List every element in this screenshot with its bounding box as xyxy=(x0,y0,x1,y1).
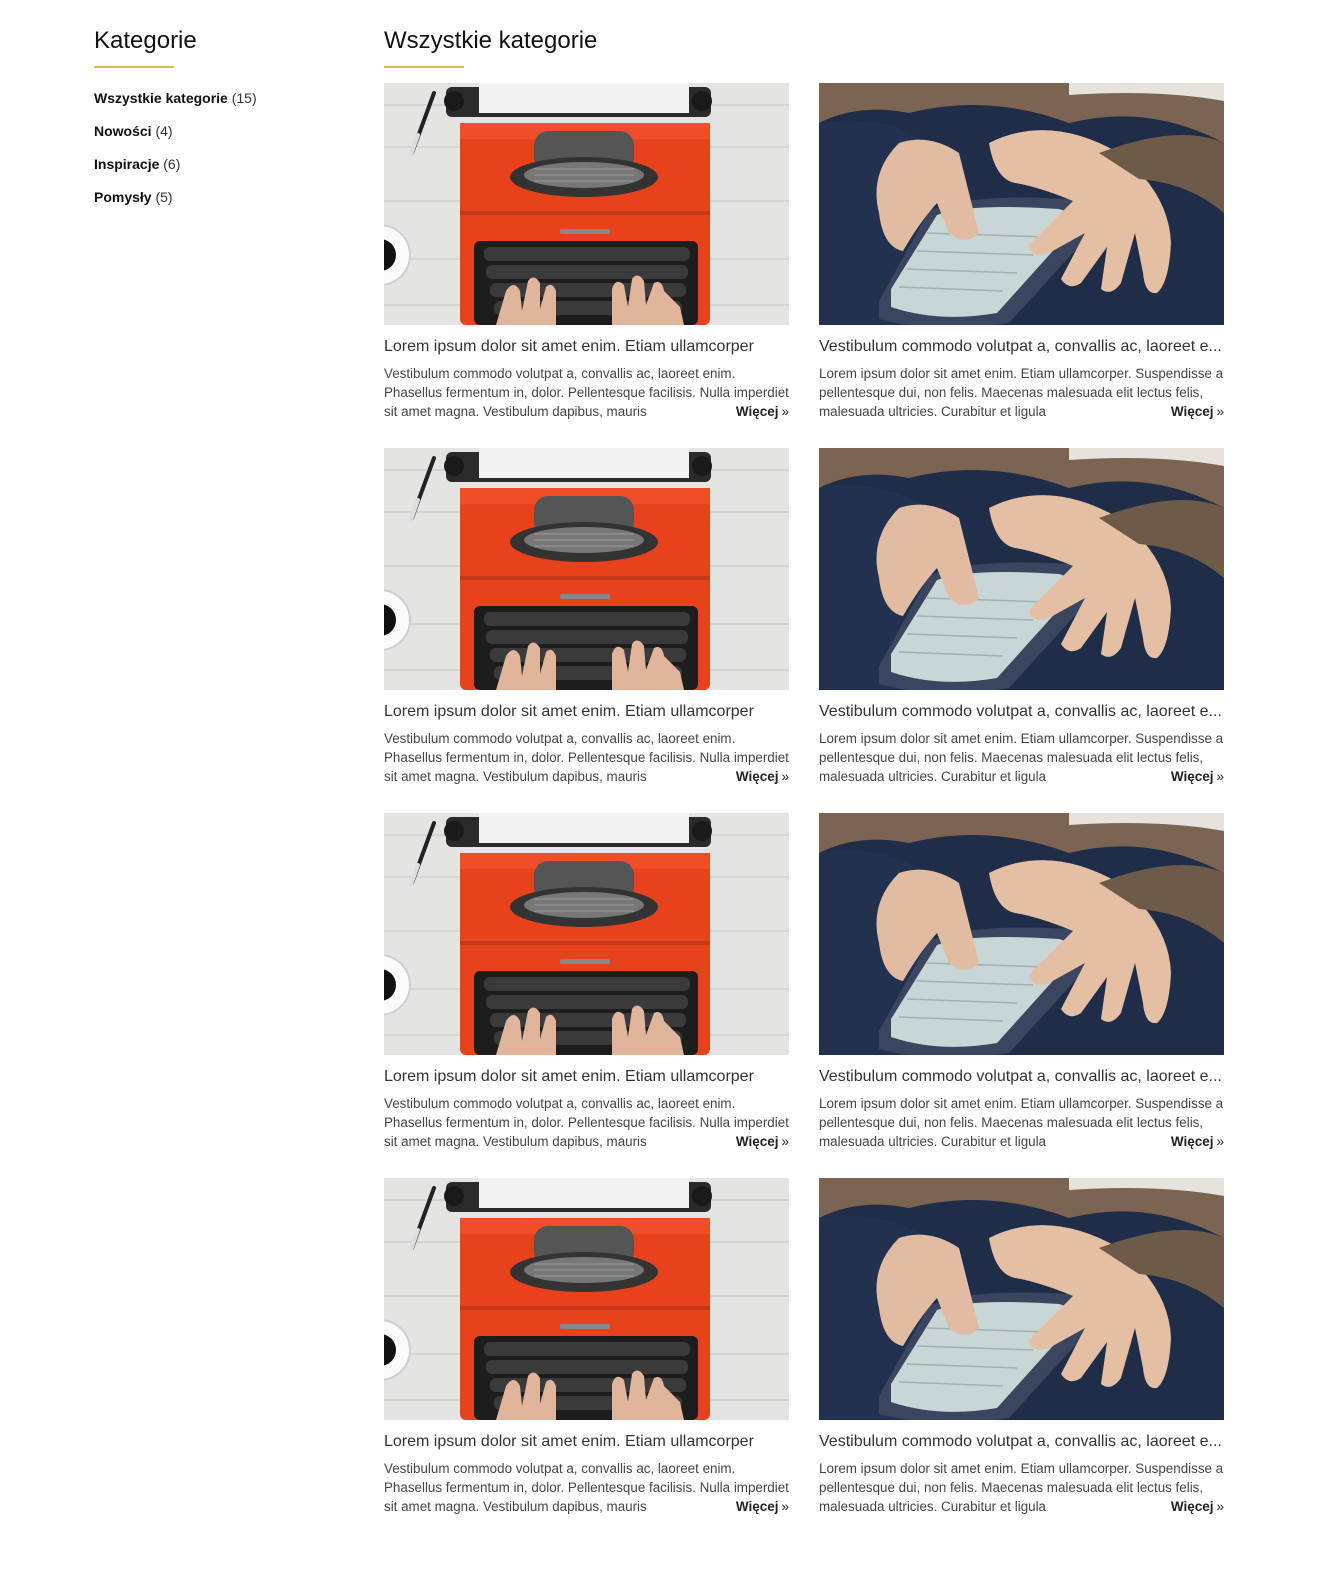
category-sidebar: Kategorie Wszystkie kategorie (15) Nowoś… xyxy=(94,26,314,221)
post-card: Vestibulum commodo volutpat a, convallis… xyxy=(819,813,1224,1153)
post-title[interactable]: Lorem ipsum dolor sit amet enim. Etiam u… xyxy=(384,701,789,723)
post-card: Vestibulum commodo volutpat a, convallis… xyxy=(819,448,1224,788)
excerpt-fade xyxy=(1116,1497,1156,1516)
post-image-typewriter[interactable] xyxy=(384,813,789,1055)
read-more-label: Więcej xyxy=(735,769,779,784)
post-image-typewriter[interactable] xyxy=(384,1178,789,1420)
read-more-link[interactable]: Więcej» xyxy=(1164,1497,1224,1516)
read-more-label: Więcej xyxy=(735,404,779,419)
page-title-underline xyxy=(384,66,464,68)
double-chevron-right-icon: » xyxy=(781,769,789,784)
post-title[interactable]: Vestibulum commodo volutpat a, convallis… xyxy=(819,336,1224,358)
category-link-inspirations[interactable]: Inspiracje (6) xyxy=(94,155,314,173)
post-card: Lorem ipsum dolor sit amet enim. Etiam u… xyxy=(384,1178,789,1518)
post-image-smartphone[interactable] xyxy=(819,448,1224,690)
category-name: Nowości xyxy=(94,123,152,139)
category-count: (15) xyxy=(231,90,257,106)
category-link-all[interactable]: Wszystkie kategorie (15) xyxy=(94,89,314,107)
post-title[interactable]: Lorem ipsum dolor sit amet enim. Etiam u… xyxy=(384,1431,789,1453)
post-image-smartphone[interactable] xyxy=(819,83,1224,325)
read-more-link[interactable]: Więcej» xyxy=(1164,402,1224,421)
read-more-label: Więcej xyxy=(1170,1499,1214,1514)
post-card: Lorem ipsum dolor sit amet enim. Etiam u… xyxy=(384,813,789,1153)
sidebar-heading-underline xyxy=(94,66,174,68)
double-chevron-right-icon: » xyxy=(781,404,789,419)
post-title[interactable]: Vestibulum commodo volutpat a, convallis… xyxy=(819,1066,1224,1088)
double-chevron-right-icon: » xyxy=(781,1499,789,1514)
double-chevron-right-icon: » xyxy=(1216,404,1224,419)
category-count: (5) xyxy=(155,189,173,205)
sidebar-heading: Kategorie xyxy=(94,27,197,54)
read-more-link[interactable]: Więcej» xyxy=(729,1497,789,1516)
post-card: Vestibulum commodo volutpat a, convallis… xyxy=(819,1178,1224,1518)
post-excerpt: Vestibulum commodo volutpat a, convallis… xyxy=(384,1096,789,1149)
post-excerpt: Lorem ipsum dolor sit amet enim. Etiam u… xyxy=(819,1096,1224,1149)
read-more-link[interactable]: Więcej» xyxy=(729,1132,789,1151)
double-chevron-right-icon: » xyxy=(781,1134,789,1149)
read-more-label: Więcej xyxy=(735,1499,779,1514)
post-excerpt: Lorem ipsum dolor sit amet enim. Etiam u… xyxy=(819,1461,1224,1514)
double-chevron-right-icon: » xyxy=(1216,1499,1224,1514)
double-chevron-right-icon: » xyxy=(1216,769,1224,784)
post-image-typewriter[interactable] xyxy=(384,83,789,325)
read-more-label: Więcej xyxy=(1170,1134,1214,1149)
category-link-news[interactable]: Nowości (4) xyxy=(94,122,314,140)
read-more-link[interactable]: Więcej» xyxy=(729,402,789,421)
post-excerpt: Vestibulum commodo volutpat a, convallis… xyxy=(384,1461,789,1514)
read-more-link[interactable]: Więcej» xyxy=(1164,767,1224,786)
double-chevron-right-icon: » xyxy=(1216,1134,1224,1149)
post-title[interactable]: Vestibulum commodo volutpat a, convallis… xyxy=(819,1431,1224,1453)
posts-section: Wszystkie kategorie Lorem ipsum dolor si… xyxy=(384,26,1224,1516)
excerpt-fade xyxy=(681,1132,721,1151)
excerpt-fade xyxy=(1116,402,1156,421)
post-title[interactable]: Lorem ipsum dolor sit amet enim. Etiam u… xyxy=(384,1066,789,1088)
category-name: Inspiracje xyxy=(94,156,160,172)
page-title: Wszystkie kategorie xyxy=(384,27,598,54)
post-excerpt: Lorem ipsum dolor sit amet enim. Etiam u… xyxy=(819,731,1224,784)
excerpt-fade xyxy=(1116,1132,1156,1151)
post-excerpt: Vestibulum commodo volutpat a, convallis… xyxy=(384,366,789,419)
category-list: Wszystkie kategorie (15) Nowości (4) Ins… xyxy=(94,89,314,206)
category-link-ideas[interactable]: Pomysły (5) xyxy=(94,188,314,206)
excerpt-fade xyxy=(681,402,721,421)
post-title[interactable]: Lorem ipsum dolor sit amet enim. Etiam u… xyxy=(384,336,789,358)
post-image-smartphone[interactable] xyxy=(819,813,1224,1055)
post-card: Vestibulum commodo volutpat a, convallis… xyxy=(819,83,1224,423)
post-card: Lorem ipsum dolor sit amet enim. Etiam u… xyxy=(384,83,789,423)
category-name: Wszystkie kategorie xyxy=(94,90,228,106)
post-card: Lorem ipsum dolor sit amet enim. Etiam u… xyxy=(384,448,789,788)
category-count: (4) xyxy=(155,123,173,139)
post-excerpt: Lorem ipsum dolor sit amet enim. Etiam u… xyxy=(819,366,1224,419)
read-more-label: Więcej xyxy=(1170,769,1214,784)
excerpt-fade xyxy=(681,1497,721,1516)
read-more-link[interactable]: Więcej» xyxy=(1164,1132,1224,1151)
post-excerpt: Vestibulum commodo volutpat a, convallis… xyxy=(384,731,789,784)
read-more-label: Więcej xyxy=(735,1134,779,1149)
read-more-link[interactable]: Więcej» xyxy=(729,767,789,786)
read-more-label: Więcej xyxy=(1170,404,1214,419)
post-image-smartphone[interactable] xyxy=(819,1178,1224,1420)
excerpt-fade xyxy=(1116,767,1156,786)
category-count: (6) xyxy=(163,156,181,172)
post-title[interactable]: Vestibulum commodo volutpat a, convallis… xyxy=(819,701,1224,723)
post-image-typewriter[interactable] xyxy=(384,448,789,690)
category-name: Pomysły xyxy=(94,189,152,205)
excerpt-fade xyxy=(681,767,721,786)
